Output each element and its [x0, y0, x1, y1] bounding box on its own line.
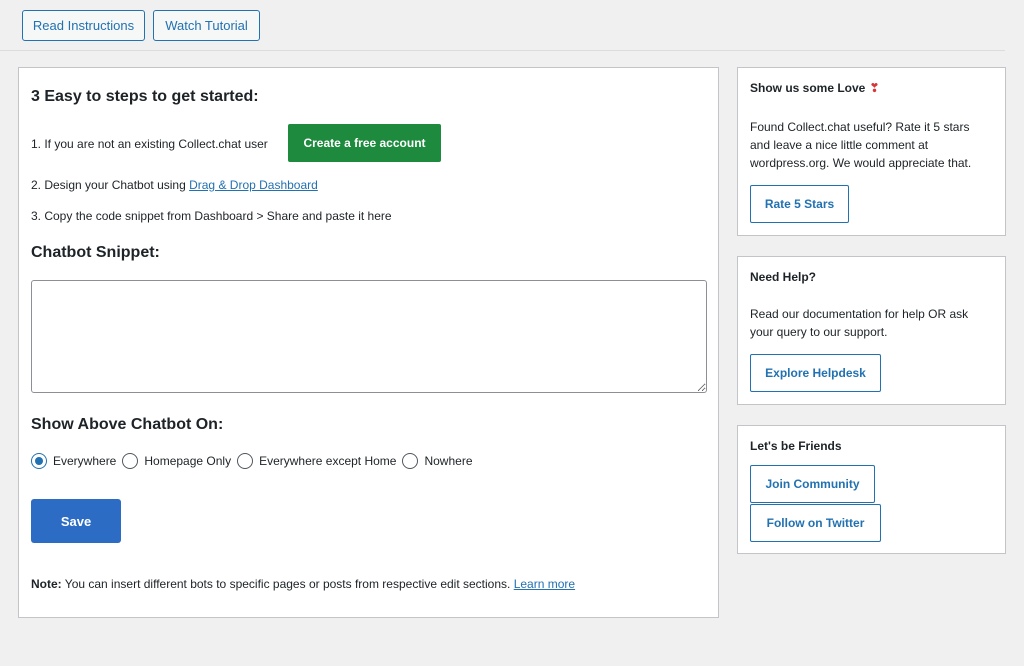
radio-everywhere-except-home[interactable]: Everywhere except Home — [237, 453, 396, 469]
love-text: Found Collect.chat useful? Rate it 5 sta… — [750, 120, 972, 170]
drag-drop-dashboard-link[interactable]: Drag & Drop Dashboard — [189, 178, 318, 192]
help-title: Need Help? — [750, 270, 817, 284]
radio-label: Homepage Only — [144, 454, 232, 468]
create-account-button[interactable]: Create a free account — [288, 124, 441, 162]
radio-nowhere[interactable]: Nowhere — [402, 453, 473, 469]
join-community-button[interactable]: Join Community — [750, 465, 875, 503]
display-location-radio-group: Everywhere Homepage Only Everywhere exce… — [31, 453, 479, 469]
love-title-row: Show us some Love ❣ — [750, 81, 879, 95]
radio-label: Everywhere — [53, 454, 117, 468]
show-on-title: Show Above Chatbot On: — [31, 416, 224, 433]
steps-title: 3 Easy to steps to get started: — [31, 88, 259, 105]
radio-unchecked-icon[interactable] — [122, 453, 139, 469]
radio-unchecked-icon[interactable] — [237, 453, 254, 469]
step-2: 2. Design your Chatbot using Drag & Drop… — [31, 178, 318, 192]
step-3-text: 3. Copy the code snippet from Dashboard … — [31, 209, 392, 223]
radio-label: Nowhere — [424, 454, 473, 468]
setup-card: 3 Easy to steps to get started: 1. If yo… — [18, 67, 719, 618]
radio-homepage-only[interactable]: Homepage Only — [122, 453, 231, 469]
help-text: Read our documentation for help OR ask y… — [750, 307, 969, 339]
explore-helpdesk-button[interactable]: Explore Helpdesk — [750, 354, 881, 392]
help-card: Need Help? Read our documentation for he… — [737, 256, 1006, 405]
snippet-title: Chatbot Snippet: — [31, 244, 160, 261]
radio-everywhere[interactable]: Everywhere — [31, 453, 116, 469]
note: Note: You can insert different bots to s… — [31, 577, 575, 591]
chatbot-snippet-textarea[interactable] — [31, 280, 707, 393]
heart-icon: ❣ — [869, 81, 880, 95]
love-title: Show us some Love — [750, 81, 866, 95]
learn-more-link[interactable]: Learn more — [514, 577, 575, 591]
top-toolbar: Read Instructions Watch Tutorial — [0, 0, 1005, 51]
step-1-text: 1. If you are not an existing Collect.ch… — [31, 137, 268, 151]
note-label: Note: — [31, 577, 62, 591]
read-instructions-button[interactable]: Read Instructions — [22, 10, 145, 41]
radio-checked-icon[interactable] — [31, 453, 47, 469]
note-text: You can insert different bots to specifi… — [61, 577, 514, 591]
friends-card: Let's be Friends Join Community Follow o… — [737, 425, 1006, 554]
rate-5-stars-button[interactable]: Rate 5 Stars — [750, 185, 849, 223]
step-2-text: 2. Design your Chatbot using — [31, 178, 190, 192]
love-card: Show us some Love ❣ Found Collect.chat us… — [737, 67, 1006, 236]
radio-unchecked-icon[interactable] — [402, 453, 419, 469]
follow-on-twitter-button[interactable]: Follow on Twitter — [750, 504, 881, 542]
save-button[interactable]: Save — [31, 499, 121, 543]
watch-tutorial-button[interactable]: Watch Tutorial — [153, 10, 260, 41]
radio-label: Everywhere except Home — [259, 454, 397, 468]
friends-title: Let's be Friends — [750, 439, 842, 453]
